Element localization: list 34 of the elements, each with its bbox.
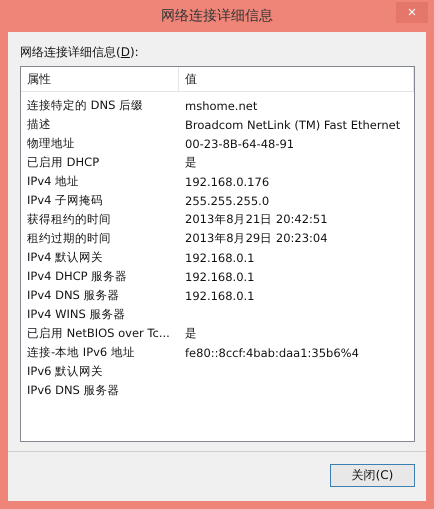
table-cell-text: IPv4 地址 (26, 174, 80, 189)
table-cell-text: IPv6 默认网关 (26, 364, 104, 379)
table-cell-text: 物理地址 (26, 136, 76, 151)
table-cell-text: 是 (184, 155, 198, 170)
table-cell-text: 描述 (26, 117, 52, 132)
table-cell-text: IPv4 DNS 服务器 (26, 288, 121, 303)
table-cell-text: Broadcom NetLink (TM) Fast Ethernet (184, 118, 402, 132)
table-cell-text: IPv4 DHCP 服务器 (26, 269, 128, 284)
table-cell-text: 租约过期的时间 (26, 231, 112, 246)
table-cell-text: IPv4 WINS 服务器 (26, 307, 126, 322)
table-cell-text: 00-23-8B-64-48-91 (184, 136, 296, 150)
table-cell-text: 192.168.0.1 (184, 270, 256, 284)
table-cell-text: 是 (184, 326, 198, 341)
table-cell-text: IPv6 DNS 服务器 (26, 383, 121, 398)
window-title: 网络连接详细信息 (161, 7, 273, 25)
table-cell-text: 连接特定的 DNS 后缀 (26, 98, 144, 113)
table-cell-text: 已启用 DHCP (26, 155, 100, 170)
list-label: 网络连接详细信息(D): (20, 44, 140, 61)
table-cell-text: 255.255.255.0 (184, 194, 270, 208)
close-dialog-button[interactable]: 关闭(C) (330, 464, 415, 487)
table-cell-text: 2013年8月29日 20:23:04 (184, 231, 329, 246)
table-cell-text: 2013年8月21日 20:42:51 (184, 212, 329, 227)
table-cell-text: IPv4 默认网关 (26, 250, 104, 265)
table-cell-text: IPv4 子网掩码 (26, 193, 104, 208)
table-cell-text: 192.168.0.1 (184, 288, 256, 302)
table-cell-text: 已启用 NetBIOS over Tc... (26, 326, 171, 341)
table-cell-text: mshome.net (184, 98, 258, 112)
column-header[interactable]: 属性 (21, 67, 179, 91)
table-cell-text: 获得租约的时间 (26, 212, 112, 227)
table-cell-text: 192.168.0.1 (184, 250, 256, 264)
table-cell-text: 192.168.0.176 (184, 174, 270, 188)
column-header[interactable]: 值 (179, 67, 414, 91)
table-cell-text: fe80::8ccf:4bab:daa1:35b6%4 (184, 346, 360, 360)
table-cell-text: 连接-本地 IPv6 地址 (26, 345, 136, 360)
